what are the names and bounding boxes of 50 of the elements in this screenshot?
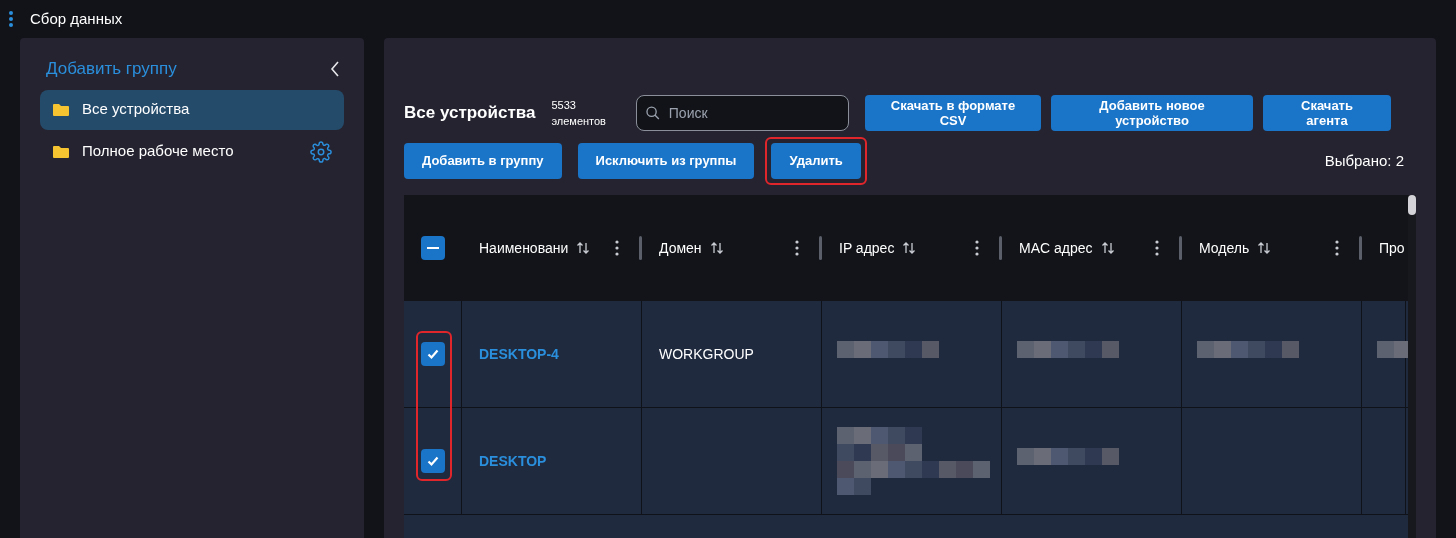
kebab-menu-icon[interactable]	[1335, 240, 1339, 256]
group-label: Полное рабоче место	[82, 141, 235, 162]
table-row[interactable]: DESKTOP	[404, 408, 1408, 515]
column-header[interactable]: IP адрес	[839, 237, 895, 259]
sort-icon[interactable]	[576, 241, 591, 255]
sort-icon[interactable]	[709, 241, 724, 255]
checkbox[interactable]	[420, 449, 445, 473]
kebab-menu-icon[interactable]	[795, 240, 799, 256]
kebab-menu-icon[interactable]	[1155, 240, 1159, 256]
checkbox[interactable]	[420, 342, 445, 366]
toolbar-button[interactable]: Добавить новое устройство	[1051, 95, 1253, 131]
column-header[interactable]: MAC адрес	[1019, 237, 1093, 259]
column-header[interactable]: Наименовани	[479, 237, 569, 259]
search-field[interactable]: Поиск	[636, 95, 849, 131]
item-count: 5533	[551, 98, 577, 113]
column-header[interactable]: Домен	[659, 237, 702, 259]
toolbar-button[interactable]: Скачать в формате CSV	[865, 95, 1041, 131]
toolbar-button[interactable]: Скачать агента	[1263, 95, 1391, 131]
folder-icon	[52, 102, 70, 117]
checkmark-icon	[425, 454, 440, 468]
search-input[interactable]: Поиск	[668, 102, 840, 124]
settings-icon[interactable]	[310, 140, 332, 163]
kebab-menu-icon[interactable]	[8, 10, 14, 28]
column-header[interactable]: Модель	[1199, 237, 1250, 259]
kebab-menu-icon[interactable]	[975, 240, 979, 256]
action-button[interactable]: Удалить	[771, 143, 861, 179]
device-name-link[interactable]: DESKTOP	[479, 450, 547, 472]
sort-icon[interactable]	[1100, 241, 1115, 255]
item-count-unit: элементов	[551, 114, 606, 129]
device-name-link[interactable]: DESKTOP-4	[479, 343, 559, 365]
table-cell-text: WORKGROUP	[659, 344, 754, 364]
folder-icon	[52, 144, 70, 159]
kebab-menu-icon[interactable]	[615, 240, 619, 256]
group-item[interactable]: Полное рабоче место	[40, 131, 344, 172]
app-title: Сбор данных	[30, 8, 123, 29]
column-header[interactable]: Про	[1379, 237, 1405, 259]
page-title: Все устройства	[404, 102, 536, 125]
checkmark-icon	[425, 347, 440, 361]
group-item[interactable]: Все устройства	[40, 89, 344, 130]
action-button[interactable]: Добавить в группу	[404, 143, 562, 179]
add-group-link[interactable]: Добавить группу	[46, 56, 177, 82]
table-row[interactable]: DESKTOP-4 WORKGROUP	[404, 301, 1408, 408]
checkbox[interactable]	[421, 236, 445, 260]
search-icon	[645, 104, 661, 122]
collapse-chevron-icon[interactable]	[330, 59, 340, 78]
sort-icon[interactable]	[902, 241, 917, 255]
action-button[interactable]: Исключить из группы	[577, 143, 755, 179]
selected-count: Выбрано: 2	[1324, 150, 1404, 171]
group-label: Все устройства	[82, 99, 191, 120]
sort-icon[interactable]	[1257, 241, 1272, 255]
